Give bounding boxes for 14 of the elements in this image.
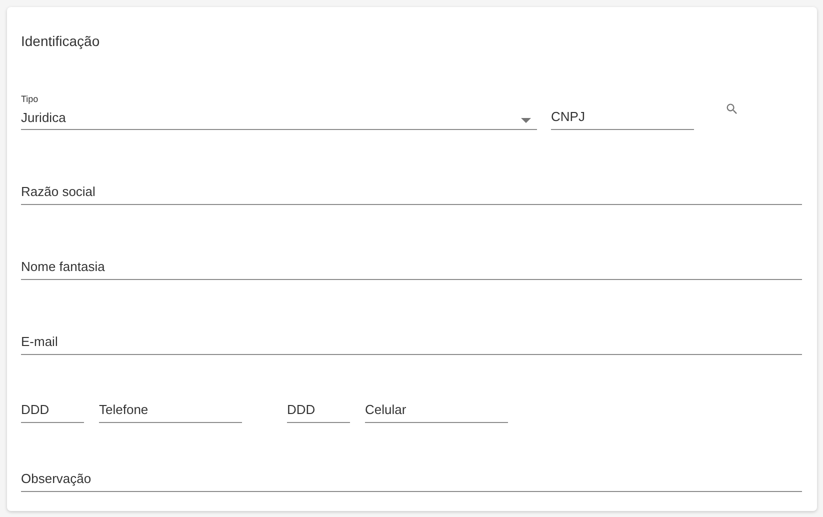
input-field[interactable]: Telefone <box>99 397 242 423</box>
input-field[interactable]: Razão social <box>21 179 802 205</box>
input-field[interactable]: CNPJ <box>551 104 694 130</box>
caret-icon <box>521 118 531 122</box>
input-field[interactable]: Nome fantasia <box>21 254 802 280</box>
input-field[interactable]: DDD <box>21 397 84 423</box>
field-label: Tipo <box>21 94 40 105</box>
input-field[interactable]: Observação <box>21 466 802 492</box>
search-icon[interactable] <box>725 102 739 116</box>
input-field[interactable]: Celular <box>365 397 508 423</box>
input-field[interactable]: DDD <box>287 397 350 423</box>
select-field[interactable]: Juridica <box>21 105 537 130</box>
input-field[interactable]: E-mail <box>21 329 802 355</box>
section-title: Identificação <box>21 33 101 49</box>
